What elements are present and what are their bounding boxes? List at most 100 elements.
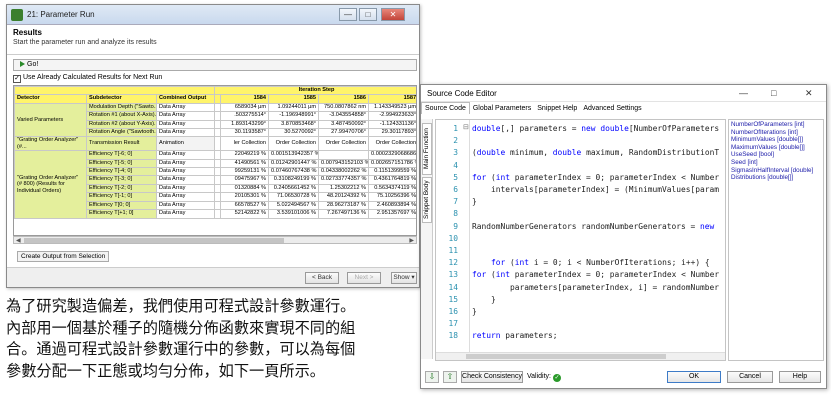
scrollbar-thumb[interactable] (466, 354, 666, 359)
ok-button[interactable]: OK (667, 371, 721, 383)
editor-title: Source Code Editor (427, 89, 497, 98)
code-line[interactable]: 7} (436, 196, 725, 208)
combined-output-cell: Data Array (155, 158, 216, 169)
line-number: 11 (448, 246, 458, 255)
next-button[interactable]: Next > (347, 272, 381, 284)
combined-output-cell: Data Array (155, 128, 216, 138)
description-line: 參數分配一下正態或均勻分佈，如下一頁所示。 (6, 361, 325, 380)
code-text: } (472, 307, 477, 316)
tab-source-code[interactable]: Source Code (421, 102, 470, 114)
close-button[interactable]: ✕ (805, 88, 813, 99)
value-cell: 2.951357697 % (368, 209, 416, 219)
parameter-item[interactable]: Distributions [double[]] (731, 174, 821, 182)
subdetector-cell: Efficiency T[-4; 0] (86, 167, 157, 177)
code-line[interactable]: 11 (436, 245, 725, 257)
code-line[interactable]: 13 for (int parameterIndex = 0; parameter… (436, 269, 725, 281)
code-line[interactable]: 18 return parameters; (436, 330, 725, 342)
parameter-list: NumberOfParameters [int] NumberOfIteratio… (728, 119, 824, 361)
parameter-item[interactable]: Seed [int] (731, 159, 821, 167)
parameter-item[interactable]: UseSeed [bool] (731, 151, 821, 159)
code-line[interactable]: 4 (436, 160, 725, 172)
description-line: 合。通過可程式設計參數運行中的參數，可以為每個 (6, 340, 356, 358)
value-cell: 0.001513942357 % (268, 150, 320, 160)
source-code-editor-window: Source Code Editor — □ ✕ Source Code Glob… (420, 84, 827, 389)
use-calculated-results-option[interactable]: ✓ Use Already Calculated Results for Next… (13, 74, 162, 83)
parameter-item[interactable]: NumberOfIterations [int] (731, 129, 821, 137)
tab-main-function[interactable]: Main Function (422, 123, 432, 175)
tab-advanced-settings[interactable]: Advanced Settings (580, 103, 644, 114)
description-text: 為了研究製造偏差，我們使用可程式設計參數運行。 內部用一個基於種子的隨機分佈函數… (6, 296, 416, 382)
import-icon[interactable]: ⇩ (425, 371, 439, 383)
check-consistency-button[interactable]: Check Consistency (461, 371, 523, 383)
parameter-item[interactable]: SigmasInHalfInterval [double] (731, 167, 821, 175)
value-cell: 27.99470706° (318, 128, 370, 138)
tab-snippet-body[interactable]: Snippet Body (422, 177, 432, 223)
tab-global-parameters[interactable]: Global Parameters (470, 103, 534, 114)
create-output-button[interactable]: Create Output from Selection (17, 251, 110, 262)
value-cell: 0.07460767438 % (268, 167, 320, 177)
parameter-item[interactable]: MinimumValues [double[]] (731, 136, 821, 144)
parameter-run-window: 21: Parameter Run — □ ✕ Results Start th… (6, 4, 420, 288)
line-number: 17 (448, 319, 458, 329)
parameter-item[interactable]: MaximumValues [double[]] (731, 144, 821, 152)
code-line[interactable]: 12 for (int i = 0; i < NumberOfIteration… (436, 257, 725, 269)
code-line[interactable]: 17 (436, 318, 725, 330)
header-spacer (14, 86, 216, 96)
scroll-right-icon[interactable]: ▶ (409, 237, 414, 244)
parameter-item[interactable]: NumberOfParameters [int] (731, 121, 821, 129)
minimize-button[interactable]: — (739, 88, 748, 98)
go-button[interactable]: Go! (16, 60, 42, 70)
maximize-button[interactable]: □ (771, 88, 776, 98)
tab-snippet-help[interactable]: Snippet Help (534, 103, 580, 114)
close-button[interactable]: ✕ (381, 8, 405, 21)
code-line[interactable]: 9 RandomNumberGenerators randomNumberGene… (436, 221, 725, 233)
grid-horizontal-scrollbar[interactable]: ◀ ▶ (13, 236, 417, 244)
code-text: intervals[parameterIndex] = (MinimumValu… (472, 185, 720, 194)
code-line[interactable]: 1 double[,] parameters = new double[Numbe… (436, 123, 725, 135)
use-calculated-checkbox[interactable]: ✓ (13, 75, 21, 83)
validity-indicator: Validity: ✓ (527, 373, 561, 382)
combined-output-cell: Data Array (155, 175, 216, 185)
results-header: Results Start the parameter run and anal… (7, 25, 419, 55)
table-row[interactable]: "Grating Order Analyzer" (#... Transmissi… (14, 136, 416, 152)
editor-horizontal-scrollbar[interactable] (436, 352, 725, 360)
column-header-detector: Detector (14, 94, 87, 104)
code-line[interactable]: 15 } (436, 294, 725, 306)
value-cell: -2.994923633° (368, 111, 416, 121)
show-button[interactable]: Show ▾ (391, 272, 417, 284)
code-editor[interactable]: ⊟ 1 double[,] parameters = new double[Num… (435, 119, 726, 361)
code-line[interactable]: 5 for (int parameterIndex = 0; parameterI… (436, 172, 725, 184)
export-icon[interactable]: ⇧ (443, 371, 457, 383)
code-line[interactable]: 3 (double minimum, double maximum, Random… (436, 147, 725, 159)
line-number: 15 (448, 294, 458, 304)
minimize-button[interactable]: — (339, 8, 357, 21)
create-output-label: Create Output from Selection (21, 253, 106, 260)
code-line[interactable]: 10 (436, 233, 725, 245)
value-cell: 0.02733774357 % (318, 175, 370, 185)
back-button[interactable]: < Back (305, 272, 339, 284)
editor-tabs: Source Code Global Parameters Snippet Help… (421, 102, 726, 116)
go-label: Go! (27, 61, 39, 68)
value-cell: 28.96273187 % (318, 200, 370, 211)
scrollbar-thumb[interactable] (24, 238, 284, 243)
results-grid[interactable]: Iteration Step Detector Subdetector Comb… (13, 85, 417, 236)
value-cell: 2.460893894 % (368, 200, 416, 211)
valid-check-icon: ✓ (552, 374, 561, 382)
help-button[interactable]: Help (779, 371, 821, 383)
cancel-button[interactable]: Cancel (727, 371, 773, 383)
code-line[interactable]: 16} (436, 306, 725, 318)
code-line[interactable]: 14 parameters[parameterIndex, i] = rando… (436, 282, 725, 294)
maximize-button[interactable]: □ (359, 8, 377, 21)
value-cell: 20105301 % (220, 192, 270, 202)
line-number: 18 (448, 331, 458, 341)
table-row[interactable]: Varied Parameters Modulation Depth ("Sawt… (14, 102, 416, 138)
code-line[interactable]: 2 (436, 135, 725, 147)
code-line[interactable]: 6 intervals[parameterIndex] = (MinimumVa… (436, 184, 725, 196)
code-line[interactable]: 8 (436, 208, 725, 220)
code-text: for (int parameterIndex = 0; parameterIn… (472, 172, 720, 182)
value-cell: Order Collection (368, 136, 416, 152)
value-cell: 0.3108249199 % (268, 175, 320, 185)
scroll-left-icon[interactable]: ◀ (16, 237, 21, 244)
value-cell: ler Collection (220, 136, 270, 152)
table-row[interactable]: "Grating Order Analyzer" (# 800) (Result… (14, 150, 416, 219)
